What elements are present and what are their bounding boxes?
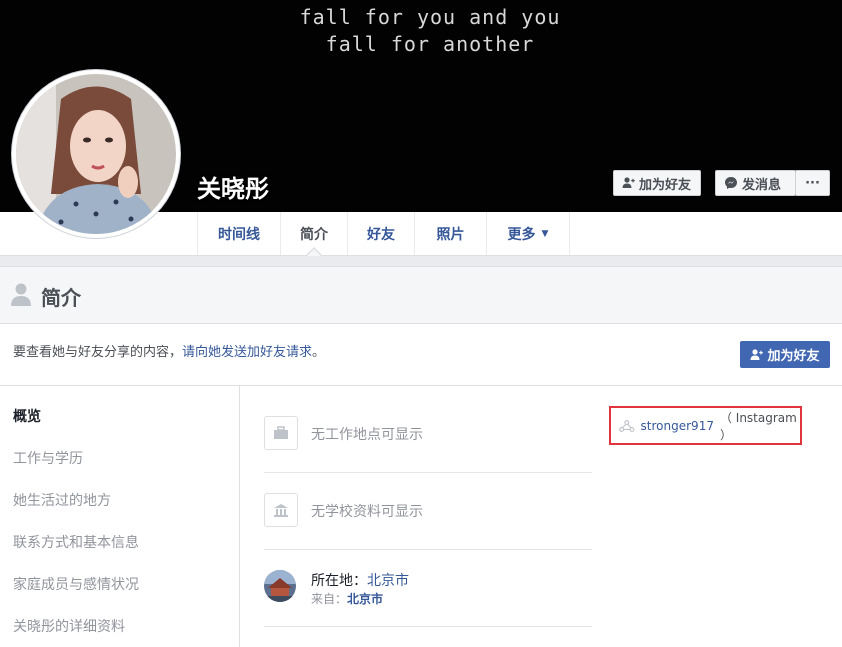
messenger-icon xyxy=(725,177,737,189)
sidebar-item-details[interactable]: 关晓彤的详细资料 xyxy=(13,616,125,636)
sidebar-item-work-education[interactable]: 工作与学历 xyxy=(13,448,83,468)
notice-suffix: 。 xyxy=(312,345,326,360)
cover-caption-line1: fall for you and you xyxy=(299,5,561,29)
add-friend-primary-button[interactable]: 加为好友 xyxy=(740,341,830,368)
add-friend-icon xyxy=(750,348,764,360)
caret-down-icon: ▼ xyxy=(541,228,549,239)
tab-timeline-label: 时间线 xyxy=(218,226,260,243)
briefcase-icon xyxy=(264,416,298,450)
add-friend-label: 加为好友 xyxy=(639,177,692,193)
school-row: 无学校资料可显示 xyxy=(264,473,592,550)
tab-photos-label: 照片 xyxy=(436,226,465,243)
sidebar-item-contact-info[interactable]: 联系方式和基本信息 xyxy=(13,532,139,552)
network-icon xyxy=(619,419,635,432)
more-options-button[interactable]: ··· xyxy=(795,170,830,196)
add-friend-icon xyxy=(622,177,635,188)
send-request-link[interactable]: 请向她发送加好友请求 xyxy=(182,345,312,360)
add-friend-primary-label: 加为好友 xyxy=(767,349,820,364)
tab-friends-label: 好友 xyxy=(367,226,395,243)
hometown: 来自：北京市 xyxy=(311,590,383,607)
section-gap xyxy=(0,256,842,266)
school-empty-text: 无学校资料可显示 xyxy=(311,504,423,520)
profile-avatar[interactable] xyxy=(12,70,180,238)
instagram-account: stronger917 （ Instagram ） xyxy=(609,406,802,445)
message-label: 发消息 xyxy=(742,177,782,193)
city-photo[interactable] xyxy=(264,570,296,602)
sidebar-item-family-relationships[interactable]: 家庭成员与感情状况 xyxy=(13,574,139,594)
current-city: 所在地：北京市 xyxy=(311,570,409,590)
section-title: 简介 xyxy=(41,286,81,310)
location-row: 所在地：北京市 来自：北京市 xyxy=(264,550,592,627)
notice-text: 要查看她与好友分享的内容，请向她发送加好友请求。 xyxy=(13,341,325,360)
add-friend-button[interactable]: 加为好友 xyxy=(613,170,701,196)
tab-about-label: 简介 xyxy=(300,226,328,243)
instagram-service-label: （ Instagram ） xyxy=(719,410,797,442)
section-header: 简介 xyxy=(0,266,842,324)
person-icon xyxy=(11,283,31,306)
active-tab-pointer-fill xyxy=(307,249,321,256)
sidebar-item-places-lived[interactable]: 她生活过的地方 xyxy=(13,490,111,510)
sidebar-item-overview[interactable]: 概览 xyxy=(13,406,41,426)
current-city-link[interactable]: 北京市 xyxy=(367,573,409,589)
about-sidebar: 概览 工作与学历 她生活过的地方 联系方式和基本信息 家庭成员与感情状况 关晓彤… xyxy=(0,386,240,647)
school-icon xyxy=(264,493,298,527)
work-row: 无工作地点可显示 xyxy=(264,396,592,473)
tab-timeline[interactable]: 时间线 xyxy=(197,212,281,255)
tab-photos[interactable]: 照片 xyxy=(415,212,487,255)
tab-friends[interactable]: 好友 xyxy=(348,212,415,255)
hometown-prefix: 来自： xyxy=(311,592,348,606)
cover-caption-line2: fall for another xyxy=(325,32,535,56)
hometown-link[interactable]: 北京市 xyxy=(347,592,383,606)
notice-prefix: 要查看她与好友分享的内容， xyxy=(13,345,183,360)
cover-caption: fall for you and you fall for another xyxy=(0,4,842,58)
work-empty-text: 无工作地点可显示 xyxy=(311,427,423,443)
message-button[interactable]: 发消息 xyxy=(715,170,796,196)
profile-name[interactable]: 关晓彤 xyxy=(197,169,269,204)
profile-photo xyxy=(16,74,176,234)
tab-more[interactable]: 更多 ▼ xyxy=(487,212,570,255)
instagram-username[interactable]: stronger917 xyxy=(641,419,714,433)
current-city-prefix: 所在地： xyxy=(311,573,367,589)
friend-request-notice: 要查看她与好友分享的内容，请向她发送加好友请求。 加为好友 xyxy=(0,324,842,386)
more-options-icon: ··· xyxy=(805,175,820,191)
tab-more-label: 更多 xyxy=(507,226,536,243)
